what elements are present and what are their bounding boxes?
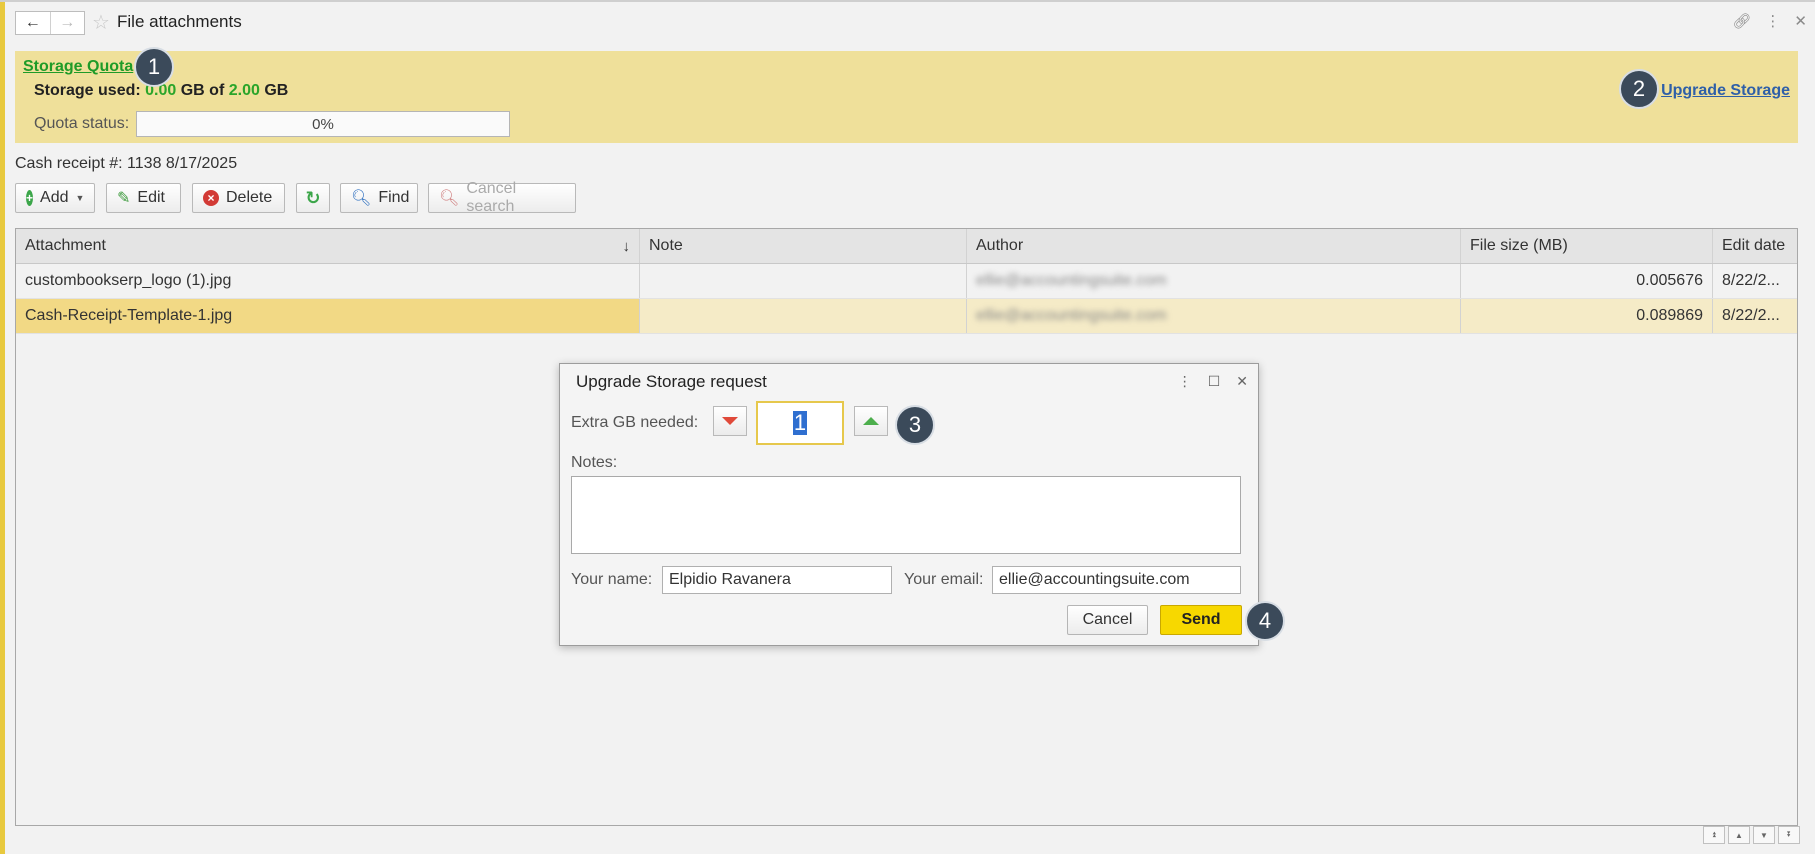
edit-date-cell: 8/22/2... [1722, 272, 1780, 289]
triangle-down-icon [722, 417, 738, 425]
scroll-down-icon[interactable]: ▼ [1753, 826, 1775, 844]
quota-status-label: Quota status: [34, 115, 130, 132]
note-cell [640, 299, 967, 333]
email-label: Your email: [904, 571, 984, 588]
extra-gb-value: 1 [792, 410, 808, 435]
sort-down-icon: ↓ [622, 237, 631, 255]
plus-icon: + [26, 190, 34, 206]
pencil-icon: ✎ [117, 190, 131, 207]
maximize-icon[interactable]: ☐ [1208, 373, 1221, 390]
search-icon: 🔍︎ [351, 190, 372, 207]
notes-label: Notes: [571, 454, 618, 471]
table-row-selected[interactable]: Cash-Receipt-Template-1.jpg ellie@accoun… [16, 299, 1797, 334]
scroll-bottom-icon[interactable]: ⏬︎ [1778, 826, 1800, 844]
storage-quota-link[interactable]: Storage Quota [23, 58, 133, 76]
author-value: ellie@accountingsuite.com [976, 307, 1167, 324]
window-controls: 🔗︎ ⋮ ✕ [1732, 12, 1807, 30]
notes-textarea[interactable] [571, 476, 1241, 554]
more-vertical-icon[interactable]: ⋮ [1178, 373, 1192, 390]
cancel-search-icon: 🔍︎ [439, 190, 460, 207]
window-edge-accent [0, 0, 5, 854]
more-vertical-icon[interactable]: ⋮ [1765, 12, 1780, 30]
refresh-icon: ↻ [305, 187, 321, 208]
star-icon[interactable]: ☆ [92, 10, 110, 35]
storage-quota-banner: Storage Quota Storage used: 0.00 GB of 2… [15, 51, 1798, 143]
scroll-controls: ⏫︎ ▲ ▼ ⏬︎ [1703, 826, 1800, 844]
triangle-up-icon [863, 417, 879, 425]
dialog-controls: ⋮ ☐ ✕ [1178, 373, 1248, 390]
chevron-down-icon: ▼ [75, 193, 85, 203]
delete-button-label: Delete [226, 189, 273, 206]
table-header: Attachment ↓ Note Author File size (MB) … [16, 229, 1797, 264]
column-header-attachment[interactable]: Attachment ↓ [16, 229, 640, 263]
step-marker-1: 1 [134, 47, 174, 87]
storage-used-unit: GB of [180, 82, 225, 99]
author-value: ellie@accountingsuite.com [976, 272, 1167, 289]
add-button-label: Add [40, 189, 69, 206]
email-field[interactable] [992, 566, 1241, 594]
step-marker-3: 3 [895, 405, 935, 445]
storage-total-unit: GB [264, 82, 289, 99]
link-icon[interactable]: 🔗︎ [1732, 12, 1751, 30]
author-cell: ellie@accountingsuite.com [967, 264, 1461, 298]
close-icon[interactable]: ✕ [1236, 373, 1248, 390]
delete-button[interactable]: × Delete [192, 183, 285, 213]
add-button[interactable]: + Add ▼ [15, 183, 95, 213]
column-header-file-size[interactable]: File size (MB) [1461, 229, 1713, 263]
send-button[interactable]: Send [1160, 605, 1242, 635]
name-label: Your name: [571, 571, 653, 588]
cash-receipt-reference: Cash receipt #: 1138 8/17/2025 [15, 155, 238, 172]
file-size-cell: 0.089869 [1461, 299, 1713, 333]
edit-button-label: Edit [137, 189, 165, 206]
title-bar: ← → ☆ File attachments 🔗︎ ⋮ ✕ [5, 2, 1813, 40]
storage-used-label: Storage used: [34, 82, 141, 99]
nav-buttons: ← → [15, 11, 85, 35]
cancel-search-label: Cancel search [466, 180, 517, 215]
refresh-button[interactable]: ↻ [296, 183, 330, 213]
column-header-label: Attachment [25, 237, 106, 254]
delete-x-icon: × [203, 190, 219, 206]
cancel-button[interactable]: Cancel [1067, 605, 1148, 635]
name-field[interactable] [662, 566, 892, 594]
quota-progress-text: 0% [312, 115, 334, 133]
dialog-title: Upgrade Storage request [576, 372, 767, 391]
cancel-search-button[interactable]: 🔍︎ Cancel search [428, 180, 576, 215]
table-row[interactable]: custombookserp_logo (1).jpg ellie@accoun… [16, 264, 1797, 299]
scroll-up-icon[interactable]: ▲ [1728, 826, 1750, 844]
edit-button[interactable]: ✎ Edit [106, 183, 181, 213]
find-button[interactable]: 🔍︎ Find [340, 183, 418, 213]
increment-button[interactable] [854, 406, 888, 436]
step-marker-4: 4 [1245, 601, 1285, 641]
extra-gb-label: Extra GB needed: [571, 414, 699, 431]
forward-arrow-icon[interactable]: → [51, 12, 85, 34]
find-button-label: Find [378, 189, 410, 206]
file-size-cell: 0.005676 [1461, 264, 1713, 298]
storage-total-value: 2.00 [228, 82, 260, 99]
decrement-button[interactable] [713, 406, 747, 436]
author-cell: ellie@accountingsuite.com [967, 299, 1461, 333]
upgrade-storage-link[interactable]: Upgrade Storage [1661, 82, 1790, 100]
note-cell [640, 264, 967, 298]
quota-progress-bar: 0% [136, 111, 510, 137]
column-header-note[interactable]: Note [640, 229, 967, 263]
attachment-cell: Cash-Receipt-Template-1.jpg [16, 299, 640, 333]
column-header-edit-date[interactable]: Edit date [1713, 229, 1799, 263]
window-title: File attachments [117, 12, 242, 31]
edit-date-cell: 8/22/2... [1722, 307, 1780, 324]
attachment-cell: custombookserp_logo (1).jpg [16, 264, 640, 298]
column-header-author[interactable]: Author [967, 229, 1461, 263]
back-arrow-icon[interactable]: ← [16, 12, 51, 34]
close-icon[interactable]: ✕ [1794, 12, 1807, 30]
scroll-top-icon[interactable]: ⏫︎ [1703, 826, 1725, 844]
extra-gb-input[interactable]: 1 [756, 401, 844, 445]
step-marker-2: 2 [1619, 69, 1659, 109]
